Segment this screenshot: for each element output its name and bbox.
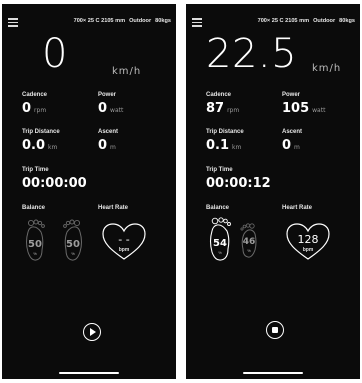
power-value: 105 xyxy=(282,101,310,116)
phone-screen-riding: 700× 25 C 2105 mm Outdoor 80kgs 22.5 km/h … xyxy=(186,4,360,379)
balance-label: Balance xyxy=(22,205,46,211)
power-metric: 105 watt xyxy=(282,101,325,116)
right-foot-balance: 50 % xyxy=(60,218,86,262)
ascent-label: Ascent xyxy=(282,129,303,135)
stop-icon xyxy=(271,326,278,333)
ascent-value: 0 xyxy=(98,138,108,153)
power-unit: watt xyxy=(312,107,326,114)
heart-rate-unit: bpm xyxy=(118,247,130,253)
heart-rate-label: Heart Rate xyxy=(98,205,129,211)
trip-time-label: Trip Time xyxy=(206,167,233,173)
left-balance-unit: % xyxy=(33,251,37,256)
bike-setting: 700× 25 C 2105 mm xyxy=(257,18,310,24)
right-balance-unit: % xyxy=(247,248,251,253)
phone-screen-idle: 700× 25 C 2105 mm Outdoor 80kgs 0 km/h Cad… xyxy=(2,4,176,379)
heart-rate-label: Heart Rate xyxy=(282,205,313,211)
power-label: Power xyxy=(98,92,117,98)
ride-settings[interactable]: 700× 25 C 2105 mm Outdoor 80kgs xyxy=(254,18,355,24)
weight-setting: 80kgs xyxy=(339,18,355,24)
speed-value: 22.5 xyxy=(206,31,298,77)
heart-rate-display: 128 bpm xyxy=(285,222,331,262)
ascent-unit: m xyxy=(110,144,116,151)
right-foot-balance: 46 % xyxy=(238,222,260,260)
ascent-metric: 0m xyxy=(282,138,300,153)
balance-label: Balance xyxy=(206,205,230,211)
cadence-unit: rpm xyxy=(34,107,47,114)
trip-distance-metric: 0.1 km xyxy=(206,138,241,153)
environment-setting: Outdoor xyxy=(129,18,152,24)
home-indicator[interactable] xyxy=(243,371,303,374)
ascent-label: Ascent xyxy=(98,129,119,135)
environment-setting: Outdoor xyxy=(313,18,336,24)
right-balance-unit: % xyxy=(71,251,75,256)
left-balance-unit: % xyxy=(218,250,222,255)
ascent-unit: m xyxy=(294,144,300,151)
power-unit: watt xyxy=(110,107,124,114)
menu-icon[interactable] xyxy=(8,18,18,27)
trip-time-value: 00:00:12 xyxy=(206,176,271,191)
stop-button[interactable] xyxy=(266,321,284,339)
power-label: Power xyxy=(282,92,301,98)
play-button[interactable] xyxy=(83,323,101,341)
home-indicator[interactable] xyxy=(59,371,119,374)
cadence-value: 87 xyxy=(206,101,225,116)
left-foot-balance: 50 % xyxy=(22,218,48,262)
weight-setting: 80kgs xyxy=(155,18,171,24)
heart-rate-value: 128 xyxy=(297,233,319,246)
trip-time-label: Trip Time xyxy=(22,167,49,173)
menu-icon[interactable] xyxy=(192,18,202,27)
trip-distance-label: Trip Distance xyxy=(206,129,244,135)
heart-rate-unit: bpm xyxy=(302,247,314,253)
cadence-value: 0 xyxy=(22,101,32,116)
heart-rate-display: - - bpm xyxy=(101,222,147,262)
speed-unit: km/h xyxy=(312,63,342,74)
trip-distance-label: Trip Distance xyxy=(22,129,60,135)
ascent-metric: 0m xyxy=(98,138,116,153)
trip-time-value: 00:00:00 xyxy=(22,176,87,191)
right-balance-value: 50 xyxy=(66,239,80,250)
cadence-label: Cadence xyxy=(22,92,48,98)
speed-value: 0 xyxy=(42,31,68,77)
cadence-label: Cadence xyxy=(206,92,232,98)
power-value: 0 xyxy=(98,101,108,116)
ride-settings[interactable]: 700× 25 C 2105 mm Outdoor 80kgs xyxy=(70,18,171,24)
play-icon xyxy=(90,328,96,336)
right-balance-value: 46 xyxy=(242,237,256,247)
cadence-metric: 0 rpm xyxy=(22,101,46,116)
ascent-value: 0 xyxy=(282,138,292,153)
left-balance-value: 50 xyxy=(28,239,42,250)
left-foot-balance: 54 % xyxy=(206,216,234,262)
trip-distance-value: 0.1 xyxy=(206,138,230,153)
cadence-metric: 87 rpm xyxy=(206,101,239,116)
heart-rate-value: - - xyxy=(118,233,130,246)
bike-setting: 700× 25 C 2105 mm xyxy=(73,18,126,24)
trip-distance-value: 0.0 xyxy=(22,138,46,153)
trip-distance-unit: km xyxy=(232,144,242,151)
trip-distance-unit: km xyxy=(48,144,58,151)
cadence-unit: rpm xyxy=(227,107,240,114)
trip-distance-metric: 0.0 km xyxy=(22,138,57,153)
power-metric: 0 watt xyxy=(98,101,123,116)
left-balance-value: 54 xyxy=(213,238,227,249)
speed-unit: km/h xyxy=(112,66,142,77)
